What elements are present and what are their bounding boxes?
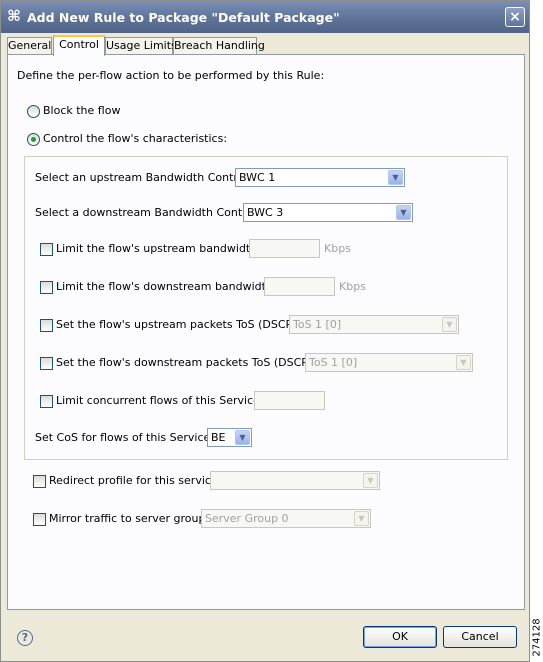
- chevron-down-icon[interactable]: ▼: [388, 170, 403, 185]
- tos-upstream-checkbox[interactable]: [40, 319, 53, 332]
- tab-general[interactable]: General: [7, 37, 52, 55]
- block-flow-label[interactable]: Block the flow: [43, 104, 120, 117]
- chevron-down-icon[interactable]: ▼: [354, 511, 369, 526]
- chevron-down-icon[interactable]: ▼: [456, 355, 471, 370]
- add-rule-dialog: ⌘ Add New Rule to Package "Default Packa…: [0, 0, 530, 662]
- tos-upstream-label[interactable]: Set the flow's upstream packets ToS (DSC…: [56, 318, 311, 331]
- tos-downstream-select[interactable]: ToS 1 [0] ▼: [305, 353, 473, 372]
- chevron-down-icon[interactable]: ▼: [442, 317, 457, 332]
- upstream-bwc-select[interactable]: BWC 1 ▼: [235, 168, 405, 187]
- control-flow-radio[interactable]: [27, 133, 40, 146]
- concurrent-flows-input[interactable]: [254, 391, 325, 410]
- limit-downstream-unit: Kbps: [339, 280, 366, 293]
- chevron-down-icon[interactable]: ▼: [363, 473, 378, 488]
- limit-downstream-checkbox[interactable]: [40, 281, 53, 294]
- control-panel: Define the per-flow action to be perform…: [7, 54, 525, 610]
- tos-upstream-select[interactable]: ToS 1 [0] ▼: [289, 315, 459, 334]
- mirror-traffic-value: Server Group 0: [205, 512, 289, 525]
- mirror-traffic-select[interactable]: Server Group 0 ▼: [201, 509, 371, 528]
- app-icon: ⌘: [7, 7, 21, 25]
- control-flow-label[interactable]: Control the flow's characteristics:: [43, 132, 227, 145]
- intro-text: Define the per-flow action to be perform…: [17, 69, 325, 82]
- flow-characteristics-group: Select an upstream Bandwidth Controller …: [24, 156, 508, 460]
- cos-select[interactable]: BE ▼: [207, 428, 252, 447]
- window-title: Add New Rule to Package "Default Package…: [27, 10, 340, 25]
- tos-downstream-value: ToS 1 [0]: [309, 356, 358, 369]
- limit-upstream-unit: Kbps: [324, 242, 351, 255]
- cancel-button[interactable]: Cancel: [443, 626, 517, 648]
- redirect-profile-label[interactable]: Redirect profile for this service:: [49, 474, 221, 487]
- close-icon: ×: [509, 9, 521, 25]
- tos-upstream-value: ToS 1 [0]: [293, 318, 342, 331]
- close-button[interactable]: ×: [505, 7, 525, 27]
- upstream-bwc-label: Select an upstream Bandwidth Controller: [35, 171, 262, 184]
- concurrent-flows-label[interactable]: Limit concurrent flows of this Service t…: [56, 394, 274, 407]
- limit-upstream-input[interactable]: [249, 239, 320, 258]
- mirror-traffic-label[interactable]: Mirror traffic to server group:: [49, 512, 209, 525]
- title-bar[interactable]: ⌘ Add New Rule to Package "Default Packa…: [1, 1, 529, 33]
- figure-id-text: 274128: [531, 618, 543, 657]
- block-flow-radio[interactable]: [27, 105, 40, 118]
- limit-upstream-label[interactable]: Limit the flow's upstream bandwidth to: [56, 242, 272, 255]
- figure-id: 274128: [528, 618, 543, 657]
- mirror-traffic-checkbox[interactable]: [33, 513, 46, 526]
- limit-downstream-label[interactable]: Limit the flow's downstream bandwidth to: [56, 280, 287, 293]
- concurrent-flows-checkbox[interactable]: [40, 395, 53, 408]
- tos-downstream-label[interactable]: Set the flow's downstream packets ToS (D…: [56, 356, 327, 369]
- cos-label: Set CoS for flows of this Service to: [35, 431, 225, 444]
- radio-selected-dot: [31, 137, 36, 142]
- limit-downstream-input[interactable]: [264, 277, 335, 296]
- cos-value: BE: [211, 431, 226, 444]
- chevron-down-icon[interactable]: ▼: [235, 430, 250, 445]
- redirect-profile-select[interactable]: ▼: [210, 471, 380, 490]
- ok-button[interactable]: OK: [363, 626, 437, 648]
- dialog-footer: ? OK Cancel: [1, 611, 529, 661]
- redirect-profile-checkbox[interactable]: [33, 475, 46, 488]
- help-icon[interactable]: ?: [17, 630, 33, 646]
- chevron-down-icon[interactable]: ▼: [396, 205, 411, 220]
- tab-control[interactable]: Control: [53, 35, 105, 56]
- downstream-bwc-select[interactable]: BWC 3 ▼: [243, 203, 413, 222]
- downstream-bwc-label: Select a downstream Bandwidth Controller: [35, 206, 271, 219]
- tab-breach-handling[interactable]: Breach Handling: [173, 37, 265, 55]
- tos-downstream-checkbox[interactable]: [40, 357, 53, 370]
- limit-upstream-checkbox[interactable]: [40, 243, 53, 256]
- downstream-bwc-value: BWC 3: [247, 206, 284, 219]
- upstream-bwc-value: BWC 1: [239, 171, 276, 184]
- tab-usage-limits[interactable]: Usage Limits: [105, 37, 177, 55]
